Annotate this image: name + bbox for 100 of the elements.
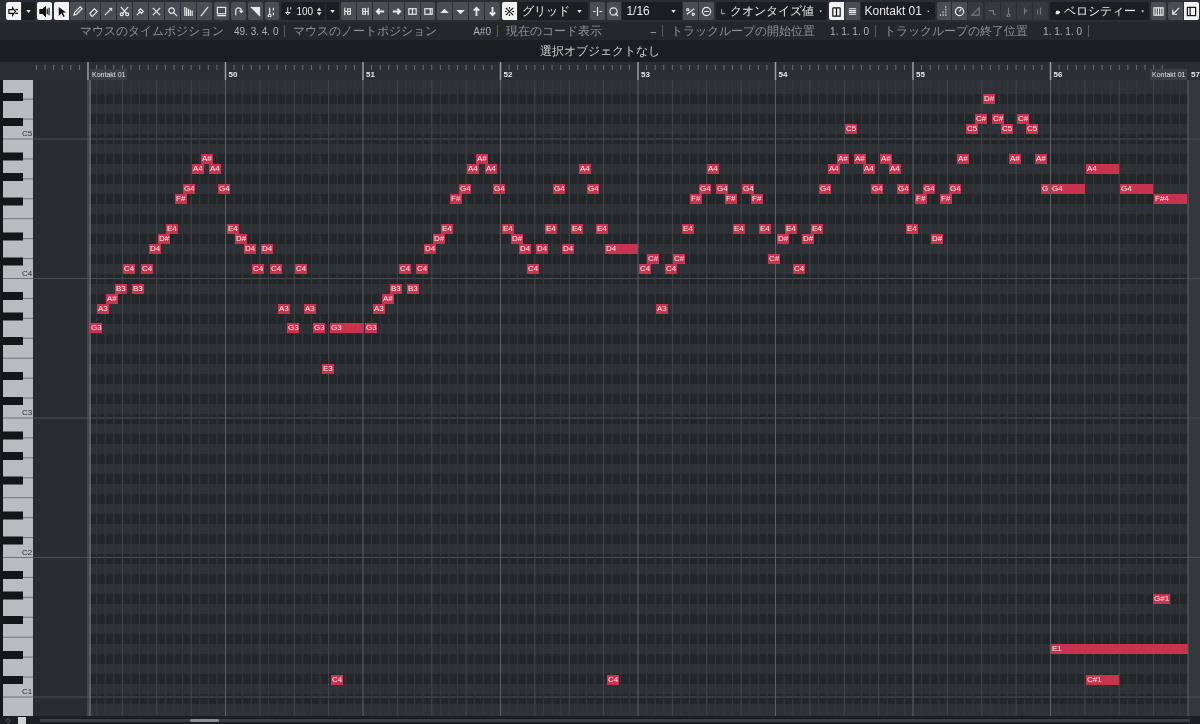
midi-note[interactable]: C5: [845, 124, 857, 134]
part-dropdown[interactable]: Kontakt 01: [860, 2, 935, 20]
midi-note[interactable]: G4: [553, 184, 565, 194]
midi-note[interactable]: G4: [699, 184, 711, 194]
midi-note[interactable]: C4: [527, 264, 539, 274]
midi-note[interactable]: G4: [1051, 184, 1085, 194]
midi-note[interactable]: C#1: [1086, 675, 1119, 685]
midi-note[interactable]: C4: [399, 264, 411, 274]
velocity-spinner[interactable]: 100: [281, 2, 326, 20]
midi-note[interactable]: C#: [992, 114, 1004, 124]
midi-note[interactable]: D4: [519, 244, 531, 254]
midi-note[interactable]: A#: [854, 154, 866, 164]
midi-note[interactable]: A3: [304, 304, 316, 314]
midi-note[interactable]: E1: [1051, 644, 1188, 654]
midi-note[interactable]: G#1: [1153, 594, 1170, 604]
midi-note[interactable]: E4: [227, 224, 239, 234]
midi-note[interactable]: D#: [777, 234, 789, 244]
midi-note[interactable]: A4: [707, 164, 719, 174]
midi-note[interactable]: A4: [579, 164, 591, 174]
midi-note[interactable]: D4: [149, 244, 161, 254]
midi-note[interactable]: C4: [295, 264, 307, 274]
midi-note[interactable]: A4: [828, 164, 840, 174]
midi-note[interactable]: E4: [596, 224, 608, 234]
midi-note[interactable]: D4: [244, 244, 256, 254]
midi-note[interactable]: G3: [330, 323, 364, 333]
midi-note[interactable]: A3: [97, 304, 109, 314]
midi-note[interactable]: G4: [587, 184, 599, 194]
midi-note[interactable]: F#: [690, 194, 702, 204]
midi-note[interactable]: C5: [966, 124, 978, 134]
midi-note[interactable]: F#4: [1154, 194, 1187, 204]
midi-note[interactable]: E4: [545, 224, 557, 234]
midi-note[interactable]: E4: [571, 224, 583, 234]
midi-note[interactable]: A4: [209, 164, 221, 174]
midi-note[interactable]: B3: [115, 284, 127, 294]
midi-note[interactable]: F#: [175, 194, 187, 204]
midi-note[interactable]: D#: [433, 234, 445, 244]
midi-note[interactable]: C#: [975, 114, 987, 124]
midi-note[interactable]: A#: [837, 154, 849, 164]
grid-type-dropdown[interactable]: グリッド: [518, 2, 588, 20]
midi-note[interactable]: C4: [416, 264, 428, 274]
midi-note[interactable]: G4: [897, 184, 909, 194]
midi-note[interactable]: G4: [871, 184, 883, 194]
midi-note[interactable]: D4: [424, 244, 436, 254]
midi-note[interactable]: A4: [467, 164, 479, 174]
midi-note[interactable]: G3: [287, 323, 299, 333]
midi-note[interactable]: D4: [562, 244, 574, 254]
midi-note[interactable]: C4: [607, 675, 619, 685]
quantize-dropdown[interactable]: 1/16: [622, 2, 683, 20]
midi-note[interactable]: A4: [1086, 164, 1119, 174]
midi-note[interactable]: C5: [1026, 124, 1038, 134]
midi-note[interactable]: C4: [252, 264, 264, 274]
midi-note[interactable]: A#: [880, 154, 892, 164]
midi-note[interactable]: E4: [441, 224, 453, 234]
midi-note[interactable]: A#: [382, 294, 394, 304]
midi-note[interactable]: C4: [331, 675, 343, 685]
midi-note[interactable]: D#: [931, 234, 943, 244]
length-quantize-dropdown[interactable]: クオンタイズ値: [715, 2, 828, 20]
midi-note[interactable]: E4: [759, 224, 771, 234]
midi-note[interactable]: G4: [459, 184, 471, 194]
midi-note[interactable]: A4: [192, 164, 204, 174]
midi-note[interactable]: G4: [183, 184, 195, 194]
midi-note[interactable]: C4: [141, 264, 153, 274]
midi-note[interactable]: C4: [665, 264, 677, 274]
midi-note[interactable]: A#: [1035, 154, 1047, 164]
midi-note[interactable]: A3: [278, 304, 290, 314]
midi-note[interactable]: C#: [673, 254, 685, 264]
midi-note[interactable]: E4: [502, 224, 514, 234]
midi-note[interactable]: D4: [605, 244, 638, 254]
midi-note[interactable]: G: [1041, 184, 1050, 194]
midi-note[interactable]: B3: [407, 284, 419, 294]
midi-note[interactable]: D#: [158, 234, 170, 244]
midi-note[interactable]: A#: [476, 154, 488, 164]
midi-note[interactable]: A4: [889, 164, 901, 174]
midi-note[interactable]: G4: [949, 184, 961, 194]
midi-note[interactable]: C4: [270, 264, 282, 274]
midi-note[interactable]: E4: [785, 224, 797, 234]
midi-note[interactable]: E3: [322, 364, 334, 374]
midi-note[interactable]: A4: [485, 164, 497, 174]
midi-note[interactable]: G4: [923, 184, 935, 194]
midi-note[interactable]: E4: [906, 224, 918, 234]
midi-note[interactable]: F#: [450, 194, 462, 204]
midi-note[interactable]: A#: [201, 154, 213, 164]
midi-note[interactable]: A4: [863, 164, 875, 174]
midi-note[interactable]: A3: [656, 304, 668, 314]
midi-note[interactable]: A#: [957, 154, 969, 164]
midi-note[interactable]: D#: [235, 234, 247, 244]
midi-note[interactable]: C#: [768, 254, 780, 264]
midi-note[interactable]: E4: [682, 224, 694, 234]
midi-note[interactable]: C4: [123, 264, 135, 274]
midi-note[interactable]: G4: [716, 184, 728, 194]
midi-note[interactable]: D4: [536, 244, 548, 254]
controller-dropdown[interactable]: ベロシティー: [1049, 2, 1150, 20]
midi-note[interactable]: A#: [106, 294, 118, 304]
midi-note[interactable]: E4: [733, 224, 745, 234]
midi-note[interactable]: A#: [1009, 154, 1021, 164]
midi-note[interactable]: G4: [1120, 184, 1153, 194]
midi-note[interactable]: E4: [166, 224, 178, 234]
midi-note[interactable]: G3: [90, 323, 102, 333]
midi-note[interactable]: B3: [132, 284, 144, 294]
midi-note[interactable]: E4: [811, 224, 823, 234]
